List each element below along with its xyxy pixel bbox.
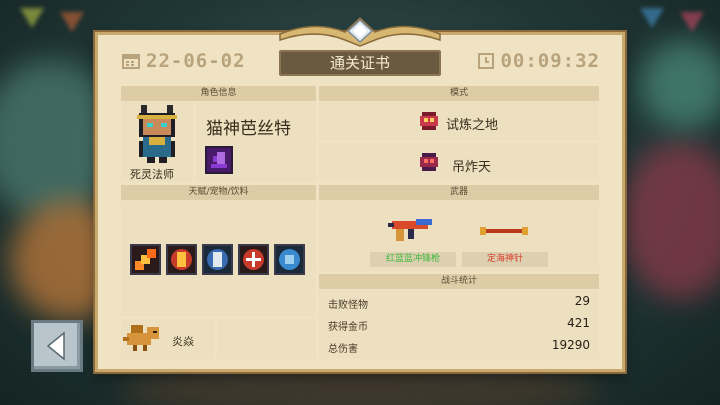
timer-display: 00:09:32 [478,50,600,72]
weapon-name-1-text: 红蓝蓝冲锋枪 [385,254,440,264]
talent-shield-gold-icon[interactable] [166,244,197,275]
stat-row-kills: 击败怪物 29 [328,292,590,312]
character-name: 猫神芭丝特 [206,119,291,139]
character-portrait [137,105,177,163]
character-class: 死灵法师 [130,168,174,181]
pet-icon [123,325,159,351]
skill-icon[interactable] [205,146,233,174]
arrow-left-icon [46,331,65,361]
stat-label: 击败怪物 [328,300,368,311]
stat-row-damage: 总伤害 19290 [328,336,590,356]
date-display: 22-06-02 [122,50,246,72]
weapon-name-2: 定海神针 [462,252,548,267]
mode-name-2: 吊炸天 [452,160,492,175]
clock-icon [478,53,495,69]
weapons-section-header: 武器 [319,185,599,200]
calendar-icon [122,54,140,69]
stat-label: 总伤害 [328,344,358,355]
mode-section-header: 模式 [319,86,599,101]
weapon-name-2-text: 定海神针 [486,254,523,264]
stat-value: 19290 [551,338,590,352]
talent-fire-icon[interactable] [130,244,161,275]
trial-mode-icon [420,112,438,130]
stat-value: 421 [567,316,590,330]
weapons-box [319,201,599,271]
drink-box [217,319,316,359]
talents-section-header: 天赋/宠物/饮料 [121,185,316,200]
talent-shield-silver-icon[interactable] [202,244,233,275]
timer-text: 00:09:32 [500,50,600,72]
talent-health-icon[interactable] [238,244,269,275]
certificate-title: 通关证书 [279,50,441,76]
character-section-header: 角色信息 [121,86,316,101]
back-button[interactable] [31,320,83,372]
smg-weapon-icon [388,219,432,241]
weapon-name-1: 红蓝蓝冲锋枪 [370,252,456,267]
difficulty-icon [420,153,438,171]
talent-blue-icon[interactable] [274,244,305,275]
stat-value: 29 [574,294,590,308]
ornament-crest [279,16,441,47]
mode-name-1: 试炼之地 [446,118,499,133]
pet-name: 炎焱 [172,335,194,348]
stat-row-gold: 获得金币 421 [328,314,590,334]
date-text: 22-06-02 [146,50,246,72]
stats-section-header: 战斗统计 [319,274,599,289]
staff-weapon-icon [480,227,528,235]
stat-label: 获得金币 [328,322,368,333]
